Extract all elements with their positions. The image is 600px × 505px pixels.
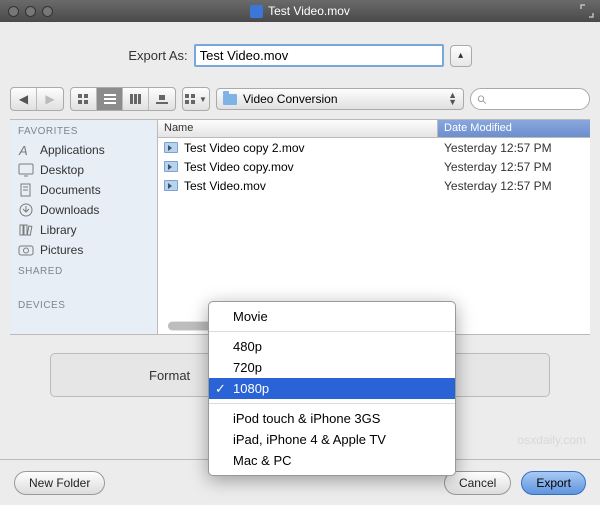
sidebar-item-library[interactable]: Library: [10, 220, 157, 240]
format-option-1080p[interactable]: ✓ 1080p: [209, 378, 455, 399]
file-date: Yesterday 12:57 PM: [438, 179, 590, 193]
view-icons-button[interactable]: [71, 88, 97, 110]
sidebar: FAVORITES A Applications Desktop Document…: [10, 120, 158, 334]
file-row[interactable]: Test Video copy 2.mov Yesterday 12:57 PM: [158, 138, 590, 157]
view-columns-button[interactable]: [123, 88, 149, 110]
location-label: Video Conversion: [243, 92, 338, 106]
format-option-macpc[interactable]: Mac & PC: [209, 450, 455, 471]
nav-back-forward: ◀ ▶: [10, 87, 64, 111]
sidebar-item-downloads[interactable]: Downloads: [10, 200, 157, 220]
sidebar-section-shared: SHARED: [10, 260, 157, 280]
desktop-icon: [18, 163, 34, 177]
format-option-ipod[interactable]: iPod touch & iPhone 3GS: [209, 408, 455, 429]
file-name: Test Video copy.mov: [184, 160, 294, 174]
checkmark-icon: ✓: [215, 381, 226, 397]
movie-file-icon: [164, 161, 178, 172]
file-name: Test Video copy 2.mov: [184, 141, 305, 155]
sidebar-item-applications[interactable]: A Applications: [10, 140, 157, 160]
export-button[interactable]: Export: [521, 471, 586, 495]
zoom-window-icon[interactable]: [42, 6, 53, 17]
column-date-modified[interactable]: Date Modified: [438, 120, 590, 137]
file-name: Test Video.mov: [184, 179, 266, 193]
movie-file-icon: [164, 180, 178, 191]
format-option-480p[interactable]: 480p: [209, 336, 455, 357]
search-input[interactable]: [491, 92, 583, 106]
view-list-button[interactable]: [97, 88, 123, 110]
format-dropdown: Movie 480p 720p ✓ 1080p iPod touch & iPho…: [208, 301, 456, 476]
browser-toolbar: ◀ ▶ ▼ Video Conversion ▲▼: [10, 83, 590, 120]
sidebar-item-pictures[interactable]: Pictures: [10, 240, 157, 260]
sidebar-item-documents[interactable]: Documents: [10, 180, 157, 200]
sidebar-item-label: Library: [40, 223, 77, 237]
format-label: Format: [149, 368, 190, 383]
close-window-icon[interactable]: [8, 6, 19, 17]
export-as-row: Export As: ▴: [10, 30, 590, 83]
arrange-menu[interactable]: ▼: [182, 87, 210, 111]
format-option-movie[interactable]: Movie: [209, 306, 455, 327]
sidebar-section-devices: DEVICES: [10, 294, 157, 314]
downloads-icon: [18, 203, 34, 217]
window-title: Test Video.mov: [268, 4, 350, 18]
format-option-ipad[interactable]: iPad, iPhone 4 & Apple TV: [209, 429, 455, 450]
sidebar-item-desktop[interactable]: Desktop: [10, 160, 157, 180]
library-icon: [18, 223, 34, 237]
pictures-icon: [18, 243, 34, 257]
window-titlebar: Test Video.mov: [0, 0, 600, 22]
column-name[interactable]: Name: [158, 120, 438, 137]
view-mode-segmented: [70, 87, 176, 111]
sidebar-item-label: Downloads: [40, 203, 99, 217]
export-as-label: Export As:: [128, 48, 187, 63]
file-date: Yesterday 12:57 PM: [438, 160, 590, 174]
export-filename-input[interactable]: [194, 44, 444, 67]
arrange-button[interactable]: ▼: [183, 88, 209, 110]
documents-icon: [18, 183, 34, 197]
nav-forward-button[interactable]: ▶: [37, 88, 63, 110]
applications-icon: A: [18, 143, 34, 157]
sidebar-section-favorites: FAVORITES: [10, 120, 157, 140]
file-date: Yesterday 12:57 PM: [438, 141, 590, 155]
sidebar-item-label: Desktop: [40, 163, 84, 177]
watermark: osxdaily.com: [518, 433, 586, 447]
minimize-window-icon[interactable]: [25, 6, 36, 17]
format-option-720p[interactable]: 720p: [209, 357, 455, 378]
file-row[interactable]: Test Video.mov Yesterday 12:57 PM: [158, 176, 590, 195]
traffic-lights: [8, 6, 53, 17]
updown-icon: ▲▼: [448, 92, 457, 106]
quicktime-file-icon: [250, 5, 263, 18]
folder-icon: [223, 94, 237, 105]
dropdown-separator: [209, 331, 455, 332]
search-icon: [477, 94, 487, 105]
column-headers: Name Date Modified: [158, 120, 590, 138]
nav-back-button[interactable]: ◀: [11, 88, 37, 110]
location-popup[interactable]: Video Conversion ▲▼: [216, 88, 464, 110]
view-coverflow-button[interactable]: [149, 88, 175, 110]
movie-file-icon: [164, 142, 178, 153]
sidebar-item-label: Pictures: [40, 243, 83, 257]
fullscreen-icon[interactable]: [580, 4, 594, 18]
new-folder-button[interactable]: New Folder: [14, 471, 105, 495]
search-field[interactable]: [470, 88, 590, 110]
sidebar-item-label: Documents: [40, 183, 101, 197]
dropdown-separator: [209, 403, 455, 404]
file-row[interactable]: Test Video copy.mov Yesterday 12:57 PM: [158, 157, 590, 176]
sidebar-item-label: Applications: [40, 143, 105, 157]
collapse-toggle-button[interactable]: ▴: [450, 45, 472, 67]
svg-text:A: A: [18, 143, 28, 157]
format-option-label: 1080p: [233, 381, 269, 396]
